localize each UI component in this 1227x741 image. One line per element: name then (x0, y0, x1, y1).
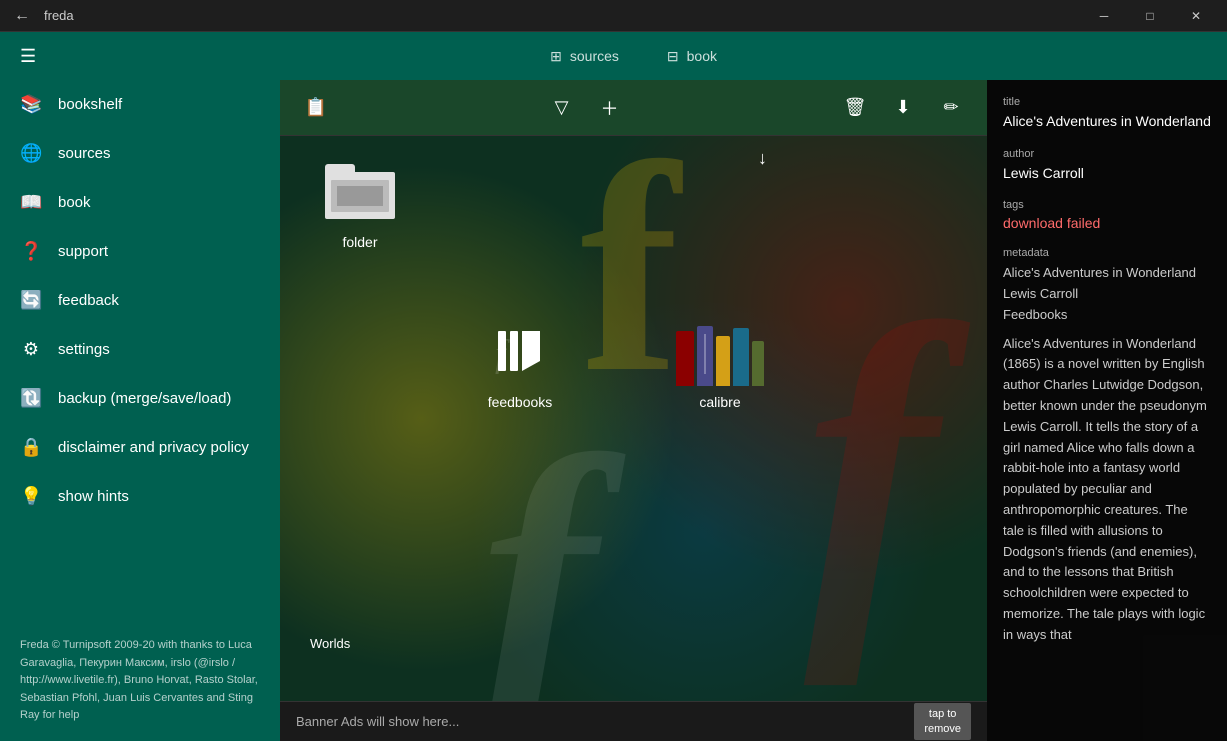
hints-icon: 💡 (20, 486, 42, 507)
source-item-calibre[interactable]: calibre (660, 316, 780, 410)
title-label: title (1003, 96, 1211, 108)
backup-icon: 🔃 (20, 388, 42, 409)
author-value: Lewis Carroll (1003, 164, 1211, 184)
main-content: 📋 ▽ ＋ 🗑 ⬇ ✏ f f f (280, 80, 987, 741)
calibre-label: calibre (699, 394, 740, 410)
sidebar-item-hints[interactable]: 💡 show hints (0, 472, 280, 521)
filter-button[interactable]: ▽ (542, 88, 582, 128)
window-controls: ─ □ ✕ (1081, 0, 1219, 32)
sidebar-item-sources[interactable]: 🌐 sources (0, 129, 280, 178)
calibre-icon (676, 316, 764, 386)
support-icon: ❓ (20, 241, 42, 262)
sidebar-item-book[interactable]: 📖 book (0, 178, 280, 227)
sidebar-label-book: book (58, 194, 91, 211)
download-button[interactable]: ⬇ (883, 88, 923, 128)
feedbooks-label: feedbooks (488, 394, 553, 410)
svg-text:f: f (495, 333, 510, 375)
metadata-source: Feedbooks (1003, 305, 1211, 326)
metadata-title: Alice's Adventures in Wonderland (1003, 263, 1211, 284)
edit-button[interactable]: ✏ (931, 88, 971, 128)
sources-toolbar: 📋 ▽ ＋ 🗑 ⬇ ✏ (280, 80, 987, 136)
sidebar-item-feedback[interactable]: 🔄 feedback (0, 276, 280, 325)
banner-text: Banner Ads will show here... (296, 714, 459, 729)
source-items-container: folder (280, 136, 987, 701)
sources-tab-label: sources (570, 48, 619, 64)
sidebar-item-disclaimer[interactable]: 🔒 disclaimer and privacy policy (0, 423, 280, 472)
top-nav: ☰ ⊞ sources ⊟ book (0, 32, 1227, 80)
metadata-content: Alice's Adventures in Wonderland Lewis C… (1003, 263, 1211, 645)
sources-grid: f f f ↓ (280, 136, 987, 701)
sidebar-item-backup[interactable]: 🔃 backup (merge/save/load) (0, 374, 280, 423)
source-item-folder[interactable]: folder (300, 156, 420, 410)
sidebar: 📚 bookshelf 🌐 sources 📖 book ❓ support 🔄… (0, 80, 280, 741)
sidebar-item-bookshelf[interactable]: 📚 bookshelf (0, 80, 280, 129)
banner-ad: Banner Ads will show here... tap to remo… (280, 701, 987, 741)
sidebar-label-settings: settings (58, 341, 110, 358)
remove-banner-button[interactable]: tap to remove (914, 703, 971, 740)
sidebar-item-support[interactable]: ❓ support (0, 227, 280, 276)
worlds-text: Worlds (310, 636, 350, 651)
sidebar-label-bookshelf: bookshelf (58, 96, 122, 113)
metadata-description: Alice's Adventures in Wonderland (1865) … (1003, 334, 1211, 646)
maximize-button[interactable]: □ (1127, 0, 1173, 32)
app-container: ☰ ⊞ sources ⊟ book 📚 bookshelf 🌐 sources (0, 32, 1227, 741)
sources-icon: 🌐 (20, 143, 42, 164)
download-failed: download failed (1003, 215, 1211, 231)
close-button[interactable]: ✕ (1173, 0, 1219, 32)
sources-tab-icon: ⊞ (550, 48, 562, 65)
tags-label: tags (1003, 199, 1211, 211)
sidebar-label-disclaimer: disclaimer and privacy policy (58, 439, 249, 456)
folder-icon-container (320, 156, 400, 226)
bookshelf-icon: 📚 (20, 94, 42, 115)
feedback-icon: 🔄 (20, 290, 42, 311)
disclaimer-icon: 🔒 (20, 437, 42, 458)
settings-icon: ⚙ (20, 339, 42, 360)
sidebar-label-hints: show hints (58, 488, 129, 505)
hamburger-icon[interactable]: ☰ (16, 42, 40, 71)
folder-label: folder (342, 234, 377, 250)
feedbooks-icon: f (485, 316, 555, 386)
titlebar: ← freda ─ □ ✕ (0, 0, 1227, 32)
right-panel: title Alice's Adventures in Wonderland a… (987, 80, 1227, 741)
sidebar-label-backup: backup (merge/save/load) (58, 390, 231, 407)
tab-sources[interactable]: ⊞ sources (526, 32, 643, 80)
add-button[interactable]: ＋ (590, 88, 630, 128)
back-button[interactable]: ← (8, 2, 36, 30)
sidebar-item-settings[interactable]: ⚙ settings (0, 325, 280, 374)
sidebar-footer: Freda © Turnipsoft 2009-20 with thanks t… (0, 621, 280, 741)
calibre-icon-container (680, 316, 760, 386)
delete-button[interactable]: 🗑 (835, 88, 875, 128)
metadata-label: metadata (1003, 247, 1211, 259)
author-label: author (1003, 148, 1211, 160)
metadata-author: Lewis Carroll (1003, 284, 1211, 305)
scroll-indicator: ↓ (758, 148, 767, 169)
content-area: 📚 bookshelf 🌐 sources 📖 book ❓ support 🔄… (0, 80, 1227, 741)
book-tab-icon: ⊟ (667, 48, 679, 65)
title-value: Alice's Adventures in Wonderland (1003, 112, 1211, 132)
titlebar-left: ← freda (8, 2, 74, 30)
folder-icon (325, 164, 395, 219)
source-item-feedbooks[interactable]: f feedbooks (460, 316, 580, 410)
sidebar-label-support: support (58, 243, 108, 260)
sidebar-label-sources: sources (58, 145, 111, 162)
sidebar-label-feedback: feedback (58, 292, 119, 309)
book-icon: 📖 (20, 192, 42, 213)
feedbooks-icon-container: f (480, 316, 560, 386)
app-title: freda (44, 8, 74, 23)
top-nav-tabs: ⊞ sources ⊟ book (56, 32, 1211, 80)
book-tab-label: book (687, 48, 717, 64)
minimize-button[interactable]: ─ (1081, 0, 1127, 32)
tab-book[interactable]: ⊟ book (643, 32, 741, 80)
clipboard-button[interactable]: 📋 (296, 88, 336, 128)
